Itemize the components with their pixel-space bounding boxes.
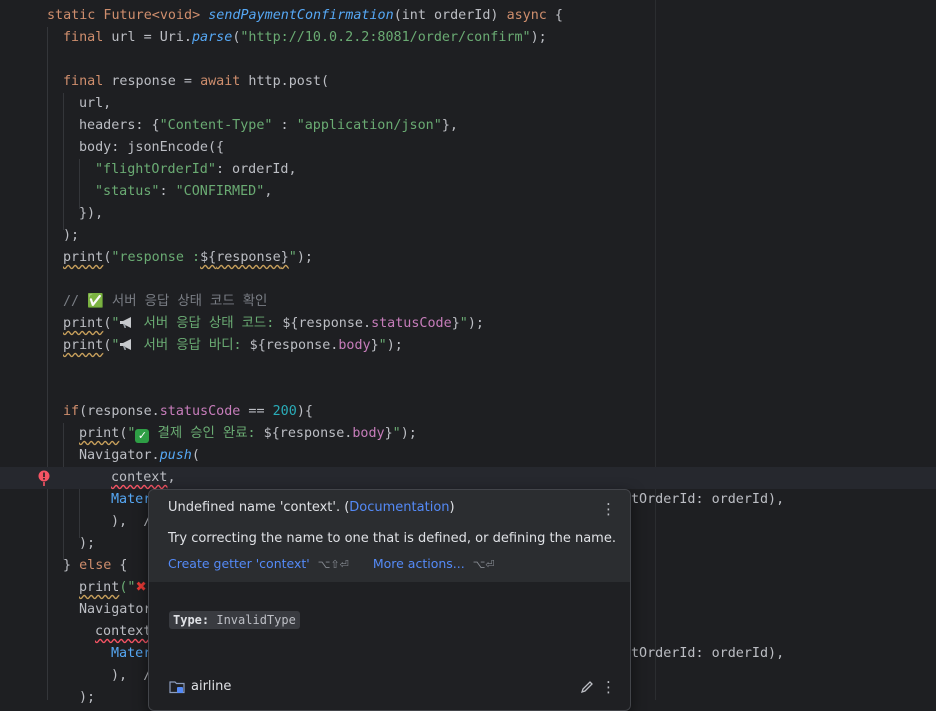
code-line: static Future<void> sendPaymentConfirmat… [47,8,563,23]
code-line: print("response :${response}"); [63,250,313,265]
code-line: url, [79,96,112,111]
indent-guide [63,93,64,230]
code-line: final response = await http.post( [63,74,330,89]
megaphone-icon [120,339,132,350]
module-info[interactable]: airline [169,679,231,694]
code-comment: // ✅ 서버 응답 상태 코드 확인 [63,294,268,309]
code-line: print("✖ [79,580,147,595]
editor-gutter [0,0,28,700]
code-line: Mater [111,492,152,507]
code-line: Navigator [79,602,152,617]
cross-mark-icon: ✖ [135,580,147,595]
quick-fix-actions: Create getter 'context' ⌥⇧⏎ More actions.… [168,556,495,571]
indent-guide [63,423,64,560]
error-description: Try correcting the name to one that is d… [168,531,616,546]
shortcut-hint: ⌥⏎ [472,558,495,571]
code-line: ), / [111,668,152,683]
code-line-tail: tOrderId: orderId), [631,492,785,507]
type-info-box: Type: InvalidType [169,611,300,629]
code-line: body: jsonEncode({ [79,140,225,155]
indent-guide [47,27,48,700]
code-line: final url = Uri.parse("http://10.0.2.2:8… [63,30,547,45]
create-getter-action[interactable]: Create getter 'context' [168,556,310,571]
indent-guide [79,159,80,209]
code-line: headers: {"Content-Type" : "application/… [79,118,458,133]
shortcut-hint: ⌥⇧⏎ [317,558,349,571]
code-line: "status": "CONFIRMED", [95,184,273,199]
code-line: ); [63,228,80,243]
check-mark-icon: ✓ [135,429,150,443]
popup-type-info: Type: InvalidType airline ⋮ [149,582,630,710]
edit-pencil-icon[interactable] [580,680,594,694]
code-line: print(" ✓ 결제 승인 완료: ${response.body}"); [79,426,417,443]
code-line: print(" 서버 응답 바디: ${response.body}"); [63,338,403,353]
right-margin-guide [655,0,656,700]
code-line: ); [79,536,96,551]
code-line-tail: tOrderId: orderId), [631,646,785,661]
code-line-error: context [95,624,152,639]
code-line: ); [79,690,96,705]
code-line: if(response.statusCode == 200){ [63,404,313,419]
error-message: Undefined name 'context'. (Documentation… [168,500,455,515]
module-folder-icon [169,680,185,693]
code-line-error: context, [111,470,176,485]
popup-more-options-icon[interactable]: ⋮ [601,500,616,518]
error-tooltip-popup: Undefined name 'context'. (Documentation… [148,489,631,711]
code-line: ), / [111,514,152,529]
footer-more-options-icon[interactable]: ⋮ [601,678,616,696]
code-line: print(" 서버 응답 상태 코드: ${response.statusCo… [63,316,484,331]
code-line: Mater [111,646,152,661]
code-line: Navigator.push( [79,448,200,463]
code-line: "flightOrderId": orderId, [95,162,297,177]
error-marker-icon[interactable] [37,470,51,486]
megaphone-icon [120,317,132,328]
documentation-link[interactable]: Documentation [349,500,449,515]
code-line: }), [79,206,104,221]
code-line: } else { [63,558,128,573]
popup-header: Undefined name 'context'. (Documentation… [149,490,630,582]
more-actions-link[interactable]: More actions... [373,556,465,571]
